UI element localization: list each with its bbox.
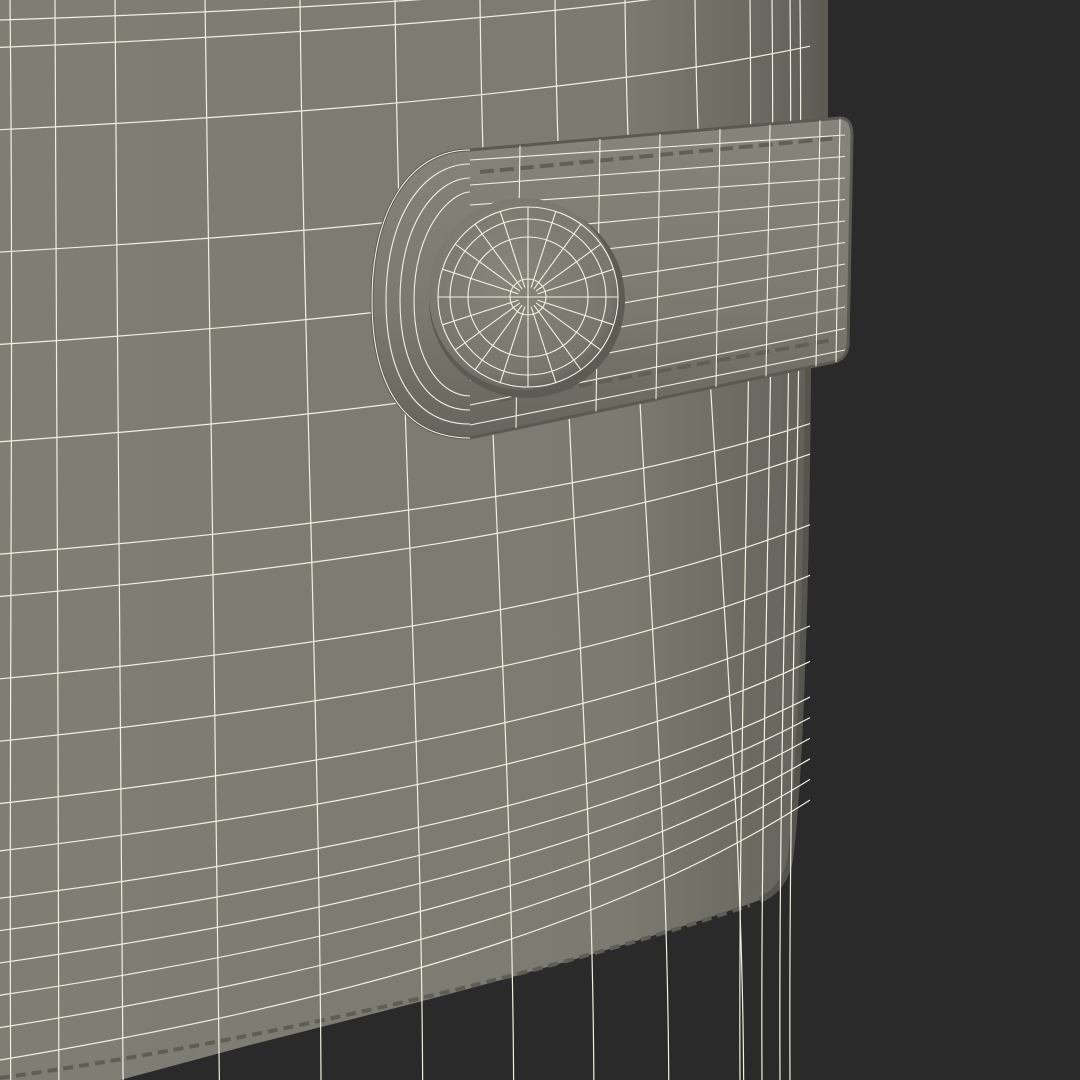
render-viewport xyxy=(0,0,1080,1080)
wireframe-scene xyxy=(0,0,1080,1080)
